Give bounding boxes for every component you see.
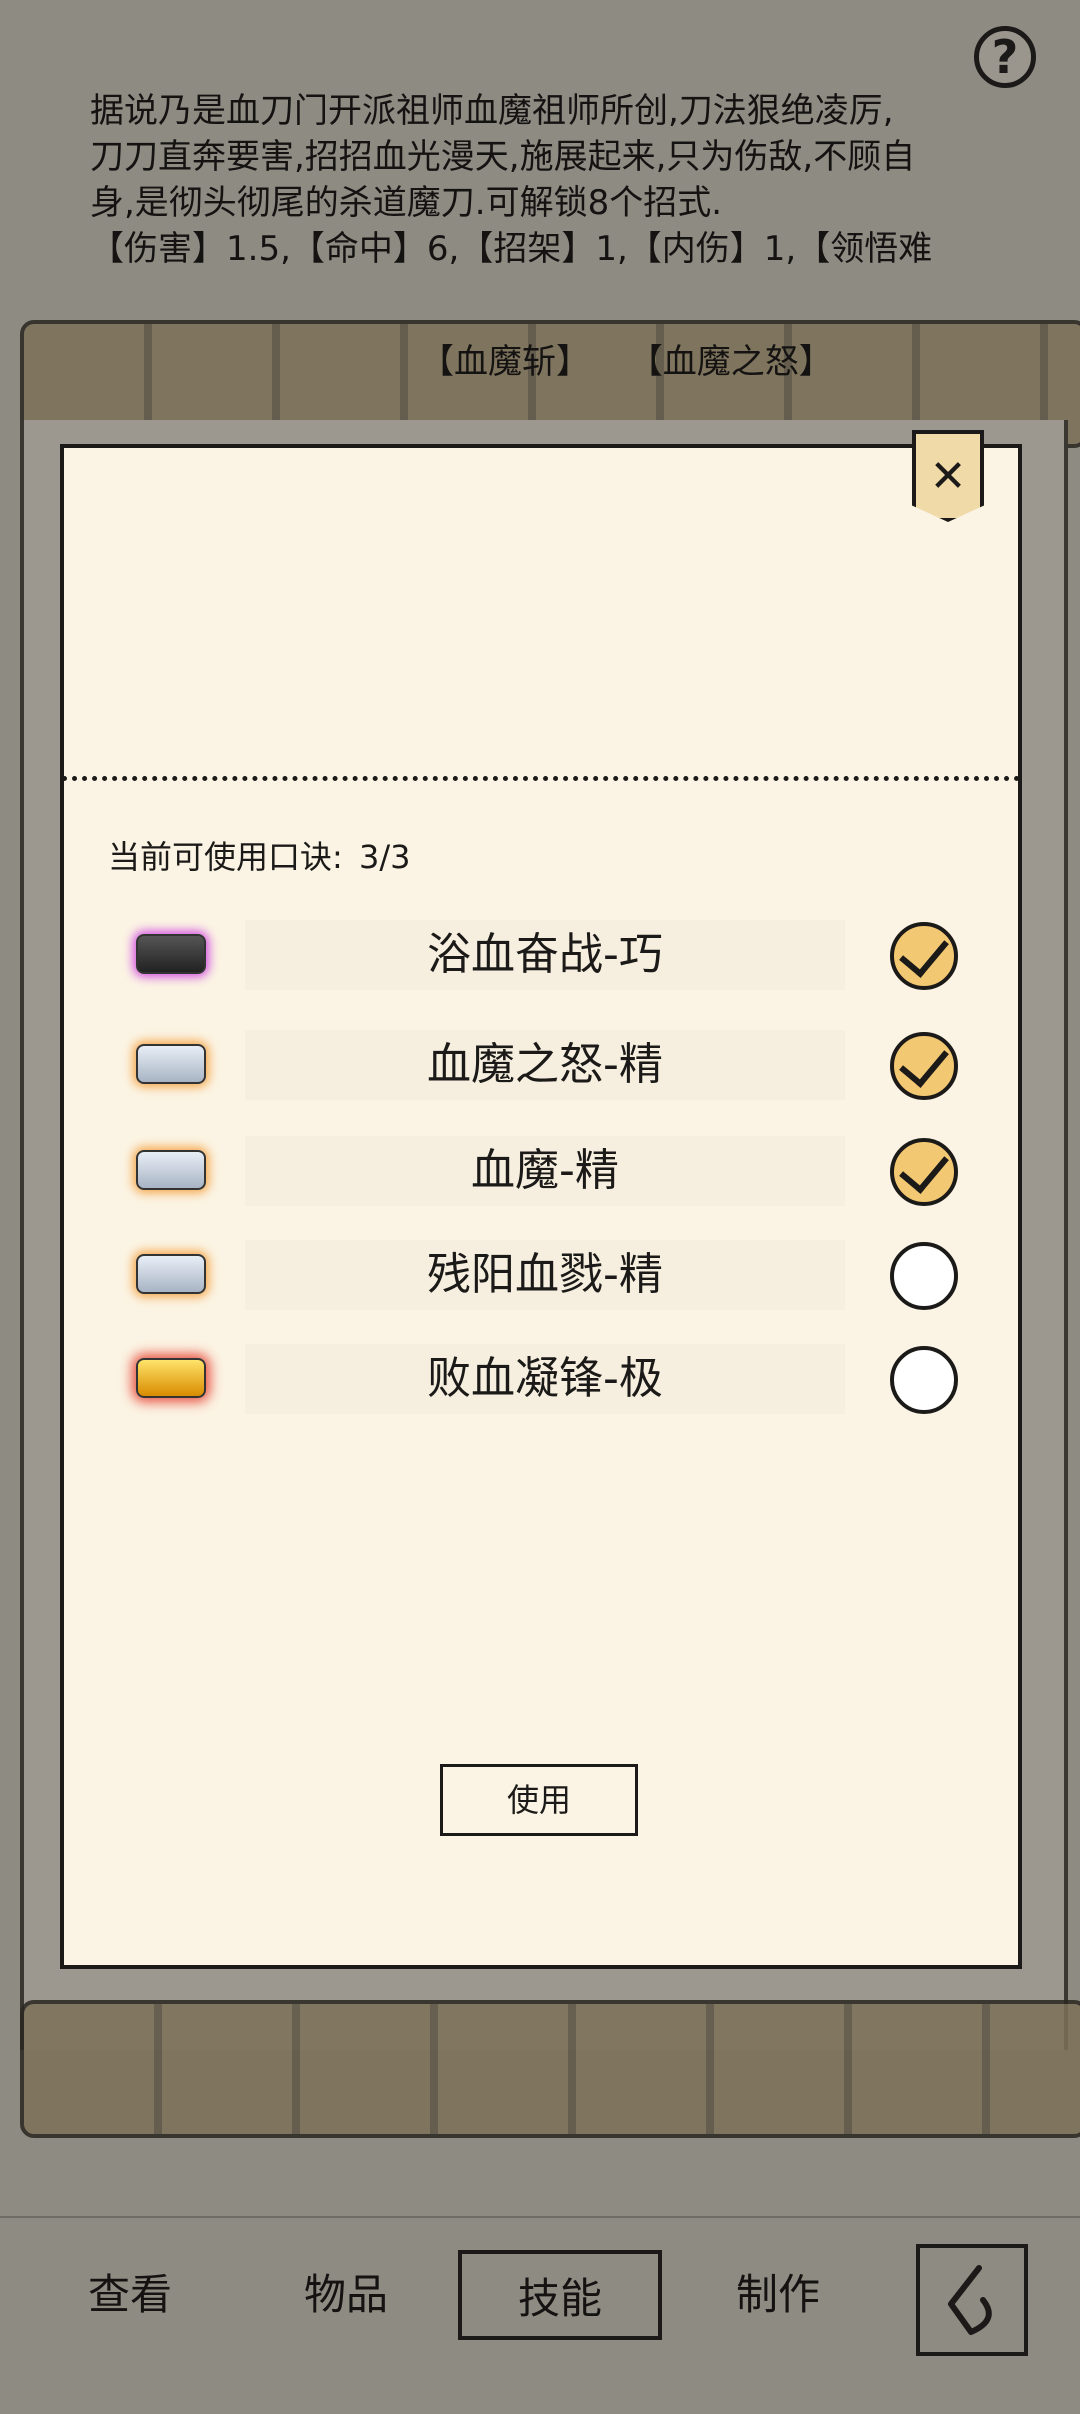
formula-checkbox[interactable] (890, 1242, 958, 1310)
formula-gem-icon (136, 1358, 206, 1398)
formula-row[interactable]: 残阳血戮-精 (130, 1240, 970, 1310)
skill-description: 据说乃是血刀门开派祖师血魔祖师所创,刀法狠绝凌厉, 刀刀直奔要害,招招血光漫天,… (90, 88, 1010, 272)
description-line: 【伤害】1.5,【命中】6,【招架】1,【内伤】1,【领悟难 (90, 229, 933, 269)
close-icon: ✕ (929, 450, 967, 502)
nav-view[interactable]: 查看 (60, 2250, 200, 2340)
formula-label: 血魔-精 (245, 1136, 845, 1206)
formula-checkbox[interactable] (890, 1346, 958, 1414)
description-line: 据说乃是血刀门开派祖师血魔祖师所创,刀法狠绝凌厉, (90, 91, 894, 131)
formula-label: 浴血奋战-巧 (245, 920, 845, 990)
formula-checkbox[interactable] (890, 1138, 958, 1206)
back-button[interactable] (916, 2244, 1028, 2356)
quota-value: 3/3 (358, 838, 411, 876)
use-button[interactable]: 使用 (440, 1764, 638, 1836)
move-list: 【血魔斩】 【血魔之怒】 (420, 334, 861, 383)
move-link[interactable]: 【血魔之怒】 (629, 342, 833, 382)
help-button[interactable]: ? (974, 26, 1036, 88)
scroll-bottom-roller (20, 2000, 1080, 2138)
description-line: 刀刀直奔要害,招招血光漫天,施展起来,只为伤敌,不顾自 (90, 137, 916, 177)
formula-label: 血魔之怒-精 (245, 1030, 845, 1100)
formula-gem-icon (136, 934, 206, 974)
formula-row[interactable]: 败血凝锋-极 (130, 1344, 970, 1414)
formula-gem-icon (136, 1254, 206, 1294)
dotted-divider (62, 776, 1020, 781)
bottom-nav: 查看 物品 技能 制作 (0, 2216, 1080, 2414)
formula-quota: 当前可使用口诀: 3/3 (108, 832, 416, 878)
formula-label: 残阳血戮-精 (245, 1240, 845, 1310)
back-arrow-icon (948, 2265, 992, 2335)
nav-skills[interactable]: 技能 (458, 2250, 662, 2340)
formula-row[interactable]: 血魔之怒-精 (130, 1030, 970, 1100)
formula-gem-icon (136, 1044, 206, 1084)
formula-row[interactable]: 浴血奋战-巧 (130, 920, 970, 990)
close-button[interactable]: ✕ (912, 430, 984, 522)
formula-gem-icon (136, 1150, 206, 1190)
quota-label: 当前可使用口诀: (108, 838, 343, 876)
formula-checkbox[interactable] (890, 1032, 958, 1100)
nav-craft[interactable]: 制作 (708, 2250, 848, 2340)
formula-label: 败血凝锋-极 (245, 1344, 845, 1414)
move-link[interactable]: 【血魔斩】 (420, 342, 590, 382)
nav-items[interactable]: 物品 (276, 2250, 416, 2340)
formula-row[interactable]: 血魔-精 (130, 1136, 970, 1206)
formula-checkbox[interactable] (890, 922, 958, 990)
formula-dialog (60, 444, 1022, 1969)
description-line: 身,是彻头彻尾的杀道魔刀.可解锁8个招式. (90, 183, 723, 223)
